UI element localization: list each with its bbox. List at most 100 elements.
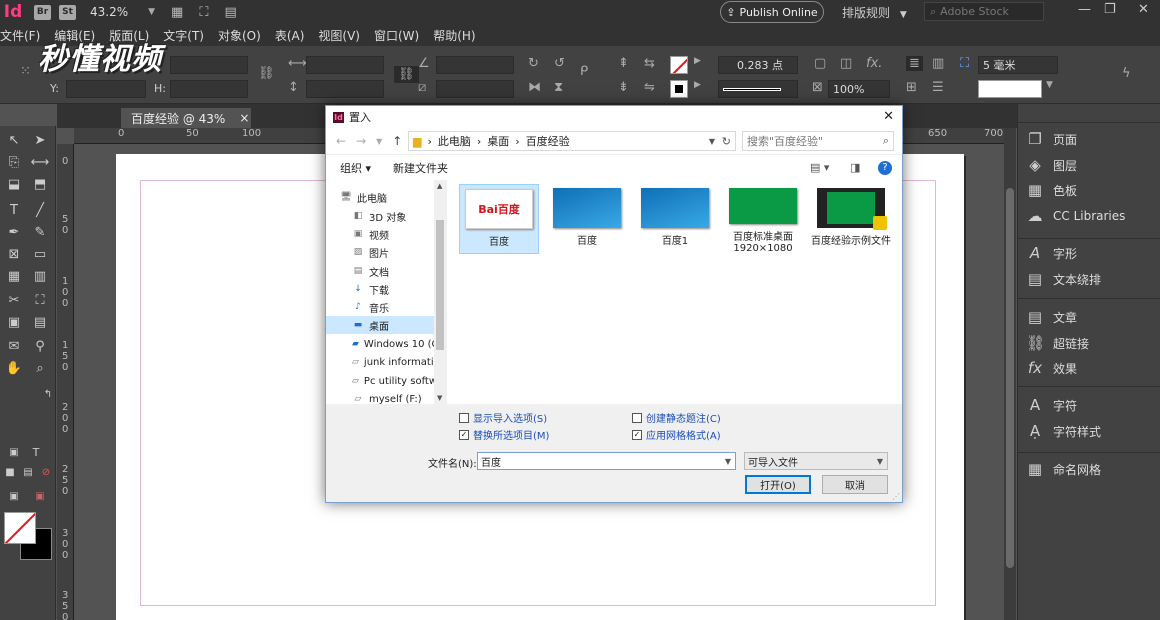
view-options-icon[interactable]: ⛶ [199, 5, 208, 20]
arrange-documents-icon[interactable]: ▤ [224, 5, 236, 20]
line-tool-icon[interactable]: ╱ [30, 200, 50, 220]
gutter-field[interactable]: 5 毫米 [978, 56, 1058, 74]
menu-help[interactable]: 帮助(H) [433, 27, 475, 44]
forward-arrow-icon[interactable]: → [356, 134, 366, 148]
character-panel-button[interactable]: A 字符 [1026, 393, 1077, 417]
rectangle-tool-icon[interactable]: ▭ [30, 244, 50, 264]
note-tool-icon[interactable]: ✉ [4, 336, 24, 356]
vertical-scrollbar[interactable] [1004, 128, 1016, 620]
menu-view[interactable]: 视图(V) [318, 27, 360, 44]
gradient-swatch-tool-icon[interactable]: ▣ [4, 312, 24, 332]
select-next-icon[interactable]: ⇋ [644, 80, 655, 95]
open-button[interactable]: 打开(O) [745, 475, 811, 494]
tree-item-drive-e[interactable]: ▱ Pc utility softw [326, 372, 436, 390]
content-placer-icon[interactable]: ⬒ [30, 174, 50, 194]
up-arrow-icon[interactable]: ↑ [392, 134, 402, 148]
apply-grid-format-checkbox[interactable]: ✓ 应用网格格式(A) [632, 427, 721, 442]
swap-fill-stroke-icon[interactable]: ↰ [38, 384, 58, 404]
pen-tool-icon[interactable]: ✒ [4, 222, 24, 242]
swatches-panel-button[interactable]: ▦ 色板 [1026, 178, 1077, 202]
frame-style-select[interactable] [978, 80, 1042, 98]
menu-type[interactable]: 文字(T) [163, 27, 204, 44]
file-item[interactable]: 百度 [547, 184, 627, 254]
select-content-icon[interactable]: ⇟ [618, 80, 629, 95]
scroll-down-icon[interactable]: ▼ [437, 394, 442, 402]
content-collector-icon[interactable]: ⬓ [4, 174, 24, 194]
address-bar[interactable]: ▆ › 此电脑 › 桌面 › 百度经验 ▼ ↻ [408, 131, 736, 151]
select-previous-icon[interactable]: ⇆ [644, 56, 655, 71]
fx-icon[interactable]: fx. [866, 56, 882, 71]
auto-fit-icon[interactable]: ⛶ [960, 56, 969, 71]
breadcrumb-desktop[interactable]: 桌面 [487, 133, 509, 149]
text-wrap-object-icon[interactable]: ⊞ [906, 80, 917, 95]
page-tool-icon[interactable]: ⎘ [4, 152, 24, 172]
breadcrumb-folder[interactable]: 百度经验 [526, 133, 570, 149]
quick-apply-icon[interactable]: ϟ [1122, 66, 1131, 81]
text-wrap-box-icon[interactable]: ▥ [932, 56, 944, 71]
flip-vertical-icon[interactable]: ⧗ [554, 80, 563, 95]
fill-stroke-control[interactable] [4, 512, 52, 560]
menu-window[interactable]: 窗口(W) [374, 27, 419, 44]
preview-mode-icon[interactable]: ▣ [30, 486, 50, 506]
minimize-icon[interactable]: — [1078, 2, 1091, 17]
apply-none-icon[interactable]: ⊘ [36, 462, 56, 482]
hand-tool-icon[interactable]: ✋ [4, 358, 24, 378]
apply-color-icon[interactable]: ■ [0, 462, 20, 482]
zoom-tool-icon[interactable]: ⌕ [30, 358, 50, 378]
screen-mode-icon[interactable]: ▦ [171, 5, 183, 20]
w-field[interactable] [170, 56, 248, 74]
file-type-select[interactable]: 可导入文件 ▼ [744, 452, 888, 470]
scrollbar-thumb[interactable] [1006, 188, 1014, 568]
scale-y-field[interactable] [306, 80, 384, 98]
fill-swatch-none[interactable] [670, 56, 688, 74]
menu-file[interactable]: 文件(F) [0, 27, 40, 44]
gap-tool-icon[interactable]: ⟷ [30, 152, 50, 172]
drop-shadow-icon[interactable]: ▢ [814, 56, 826, 71]
create-static-caption-checkbox[interactable]: 创建静态题注(C) [632, 410, 721, 425]
rotate-field[interactable] [436, 56, 514, 74]
file-item[interactable]: 百度1 [635, 184, 715, 254]
zoom-dropdown-icon[interactable]: ▼ [148, 7, 155, 17]
close-tab-icon[interactable]: × [239, 111, 249, 125]
tree-item-3d-objects[interactable]: ◧ 3D 对象 [326, 207, 436, 225]
adobe-stock-search[interactable]: ⌕ Adobe Stock [924, 2, 1044, 21]
stroke-dropdown-icon[interactable]: ▶ [694, 80, 701, 90]
chevron-down-icon[interactable]: ▼ [376, 137, 382, 146]
tree-item-drive-c[interactable]: ▰ Windows 10 (C [326, 335, 436, 353]
character-styles-panel-button[interactable]: Ạ 字符样式 [1026, 419, 1101, 443]
layers-panel-button[interactable]: ◈ 图层 [1026, 153, 1077, 177]
refresh-icon[interactable]: ↻ [722, 135, 731, 148]
shadow-icon[interactable]: ◫ [840, 56, 852, 71]
show-import-options-checkbox[interactable]: 显示导入选项(S) [459, 410, 547, 425]
tree-item-pictures[interactable]: ▨ 图片 [326, 243, 436, 261]
file-item[interactable]: 百度标准桌面 1920×1080 [723, 184, 803, 254]
vertical-ruler[interactable]: 0 5 0 1 0 0 1 5 0 2 0 0 2 5 0 3 0 0 3 5 … [57, 144, 74, 620]
menu-table[interactable]: 表(A) [275, 27, 305, 44]
constrain-scale-icon[interactable]: ⛓ [394, 66, 419, 83]
layout-rule-dropdown[interactable]: 排版规则 ▼ [842, 4, 907, 21]
direct-selection-tool-icon[interactable]: ➤ [30, 130, 50, 150]
tree-scrollbar-thumb[interactable] [436, 220, 444, 350]
fill-dropdown-icon[interactable]: ▶ [694, 56, 701, 66]
tree-item-documents[interactable]: ▤ 文档 [326, 262, 436, 280]
chevron-down-icon[interactable]: ▼ [725, 457, 731, 466]
fill-color-swatch[interactable] [4, 512, 36, 544]
eyedropper-tool-icon[interactable]: ⚲ [30, 336, 50, 356]
tree-scrollbar[interactable]: ▲ ▼ [434, 180, 446, 404]
address-dropdown-icon[interactable]: ▼ [709, 137, 715, 146]
shear-field[interactable] [436, 80, 514, 98]
publish-online-button[interactable]: ⇪ Publish Online [720, 1, 824, 23]
restore-icon[interactable]: ❐ [1104, 2, 1116, 17]
breadcrumb-this-pc[interactable]: 此电脑 [438, 133, 471, 149]
pages-panel-button[interactable]: ❐ 页面 [1026, 127, 1077, 151]
y-field[interactable] [66, 80, 146, 98]
tree-item-this-pc[interactable]: 🖥 此电脑 [326, 188, 436, 206]
articles-panel-button[interactable]: ▤ 文章 [1026, 305, 1077, 329]
stroke-type-select[interactable] [718, 80, 798, 98]
named-grids-panel-button[interactable]: ▦ 命名网格 [1026, 457, 1101, 481]
chevron-down-icon[interactable]: ▼ [1046, 80, 1053, 90]
apply-gradient-icon[interactable]: ▤ [18, 462, 38, 482]
zoom-level[interactable]: 43.2% [90, 5, 128, 19]
back-arrow-icon[interactable]: ← [336, 134, 346, 148]
document-tab[interactable]: 百度经验 @ 43% × [121, 108, 251, 128]
